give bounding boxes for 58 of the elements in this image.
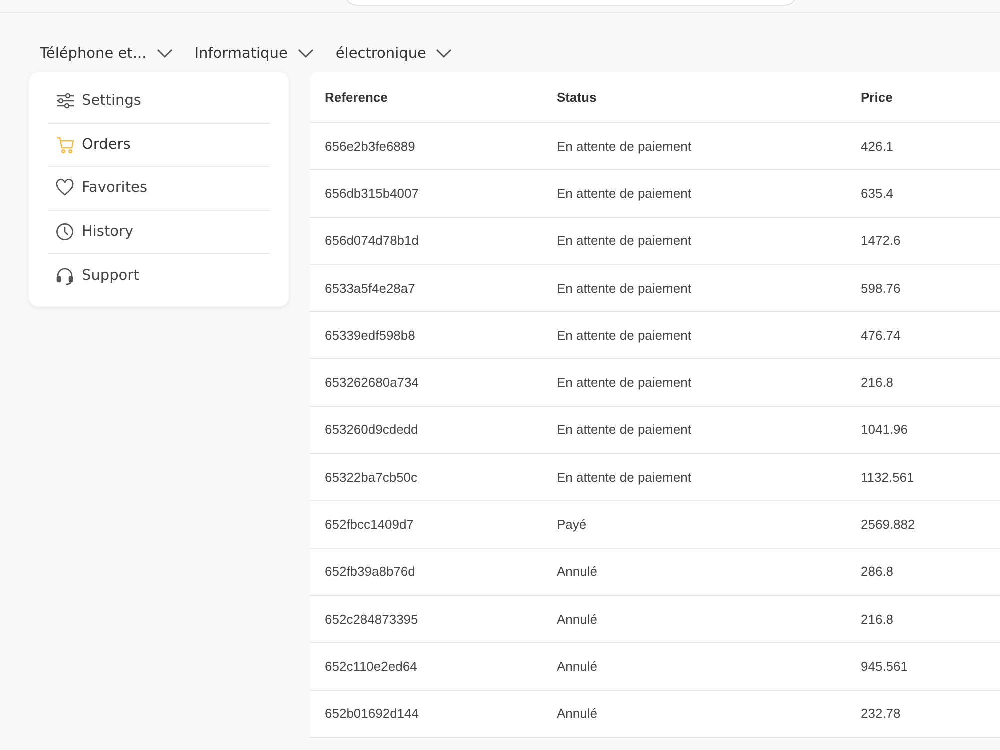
table-cell-text: 652fbcc1409d7 [325, 517, 415, 532]
table-cell-text: 216.8 [861, 612, 895, 627]
table-cell-text: 286.8 [861, 564, 895, 580]
table-cell-text: Annulé [557, 706, 598, 722]
table-cell-text: 65339edf598b8 [325, 328, 416, 343]
clock-icon [56, 223, 74, 242]
sidebar-item[interactable]: Orders [48, 124, 270, 168]
table-cell-text: 656e2b3fe6889 [325, 138, 416, 154]
table-cell-text: 652b01692d144 [325, 706, 420, 722]
table-cell-text: En attente de paiement [557, 138, 692, 154]
table-cell-text: En attente de paiement [557, 470, 692, 485]
heart-icon [56, 179, 74, 198]
chevron-down-icon [156, 49, 173, 59]
sidebar-item[interactable]: Support [48, 254, 270, 298]
table-cell-text: 652c110e2ed64 [325, 658, 418, 674]
table-cell-text: 1132.561 [861, 470, 916, 485]
table-cell-text: 656db315b4007 [325, 186, 420, 201]
table-cell-text: 1041.96 [861, 422, 909, 438]
sidebar-item[interactable]: Settings [48, 80, 270, 124]
table-cell-text: 216.8 [861, 375, 895, 390]
table-cell-text: Payé [557, 517, 588, 532]
table-cell-text: 426.1 [861, 138, 895, 154]
table-cell-text: En attente de paiement [557, 328, 692, 343]
category-dropdown[interactable]: Téléphone et... [40, 43, 173, 65]
table-cell-text: Annulé [557, 658, 598, 674]
sliders-icon [56, 92, 74, 110]
table-cell-text: 1472.6 [861, 233, 902, 248]
table-cell-text: 598.76 [861, 280, 902, 296]
table-cell-text: 945.561 [861, 658, 909, 674]
table-cell-text: 652fb39a8b76d [325, 564, 416, 580]
column-header: Price [861, 90, 894, 104]
table-cell-text: 6533a5f4e28a7 [325, 280, 416, 296]
table-cell-text: 653260d9cdedd [325, 422, 420, 438]
cart-icon [56, 136, 74, 154]
table-cell-text: 2569.882 [861, 517, 916, 532]
category-dropdown[interactable]: électronique [336, 43, 452, 65]
table-cell-text: En attente de paiement [557, 186, 692, 201]
column-header: Reference [325, 90, 389, 104]
table-cell-text: En attente de paiement [557, 375, 692, 390]
table-cell-text: Annulé [557, 564, 598, 580]
sidebar-item[interactable]: History [48, 210, 270, 254]
table-cell-text: 635.4 [861, 186, 895, 201]
table-cell-text: En attente de paiement [557, 233, 692, 248]
column-header: Status [557, 90, 598, 104]
table-cell-text: 65322ba7cb50c [325, 470, 419, 485]
table-cell-text: 232.78 [861, 706, 902, 722]
table-cell-text: 652c284873395 [325, 612, 420, 627]
category-dropdown[interactable]: Informatique [194, 43, 314, 65]
table-cell-text: 656d074d78b1d [325, 233, 420, 248]
headset-icon [56, 267, 74, 286]
table-cell-text: En attente de paiement [557, 280, 692, 296]
chevron-down-icon [298, 49, 314, 59]
sidebar-item[interactable]: Favorites [48, 167, 270, 211]
table-cell-text: En attente de paiement [557, 422, 692, 438]
table-cell-text: 653262680a734 [325, 375, 420, 390]
table-cell-text: 476.74 [861, 328, 902, 343]
chevron-down-icon [436, 49, 452, 59]
table-cell-text: Annulé [557, 612, 598, 627]
